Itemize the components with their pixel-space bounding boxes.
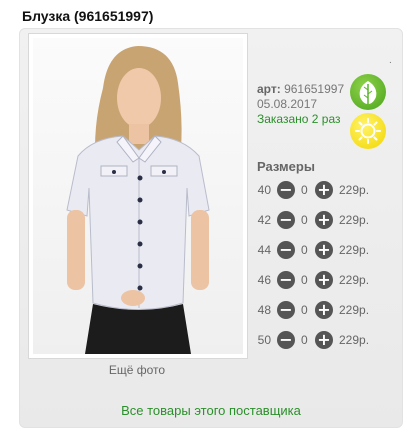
minus-icon[interactable]: − (277, 181, 295, 199)
minus-icon[interactable]: − (277, 271, 295, 289)
price-value: 229р. (339, 303, 370, 317)
size-row-42: 42 − 0 + 229р. (257, 211, 397, 231)
size-value: 40 (257, 183, 271, 197)
sun-icon (350, 113, 386, 149)
size-value: 48 (257, 303, 271, 317)
price-value: 229р. (339, 273, 370, 287)
price-value: 229р. (339, 213, 370, 227)
size-row-44: 44 − 0 + 229р. (257, 241, 397, 261)
quantity-value: 0 (301, 273, 308, 287)
size-row-48: 48 − 0 + 229р. (257, 301, 397, 321)
plus-icon[interactable]: + (315, 181, 333, 199)
quantity-value: 0 (301, 213, 308, 227)
size-row-40: 40 − 0 + 229р. (257, 181, 397, 201)
price-value: 229р. (339, 183, 370, 197)
quantity-value: 0 (301, 183, 308, 197)
article-label: арт: (257, 82, 281, 96)
minus-icon[interactable]: − (277, 301, 295, 319)
minus-icon[interactable]: − (277, 241, 295, 259)
plus-icon[interactable]: + (315, 271, 333, 289)
product-photo[interactable] (28, 33, 248, 359)
quantity-value: 0 (301, 243, 308, 257)
more-photos-link[interactable]: Ещё фото (28, 363, 246, 377)
size-value: 44 (257, 243, 271, 257)
size-value: 46 (257, 273, 271, 287)
plus-icon[interactable]: + (315, 241, 333, 259)
dot-marker: . (389, 55, 392, 66)
size-value: 50 (257, 333, 271, 347)
model-photo-illustration (66, 46, 210, 354)
product-date: 05.08.2017 (257, 97, 318, 111)
quantity-value: 0 (301, 333, 308, 347)
supplier-products-link[interactable]: Все товары этого поставщика (20, 403, 402, 418)
plus-icon[interactable]: + (315, 211, 333, 229)
size-row-46: 46 − 0 + 229р. (257, 271, 397, 291)
plus-icon[interactable]: + (315, 331, 333, 349)
article-line: арт: 961651997 (257, 82, 344, 96)
price-value: 229р. (339, 243, 370, 257)
minus-icon[interactable]: − (277, 331, 295, 349)
product-card: Ещё фото . арт: 961651997 05.08.2017 Зак… (19, 28, 403, 428)
article-value: 961651997 (284, 82, 345, 96)
minus-icon[interactable]: − (277, 211, 295, 229)
ordered-count: Заказано 2 раз (257, 112, 341, 126)
size-row-50: 50 − 0 + 229р. (257, 331, 397, 351)
size-value: 42 (257, 213, 271, 227)
quantity-value: 0 (301, 303, 308, 317)
product-title: Блузка (961651997) (22, 8, 154, 24)
price-value: 229р. (339, 333, 370, 347)
leaf-icon (350, 74, 386, 110)
sizes-heading: Размеры (257, 159, 315, 174)
photo-canvas (33, 38, 243, 354)
plus-icon[interactable]: + (315, 301, 333, 319)
